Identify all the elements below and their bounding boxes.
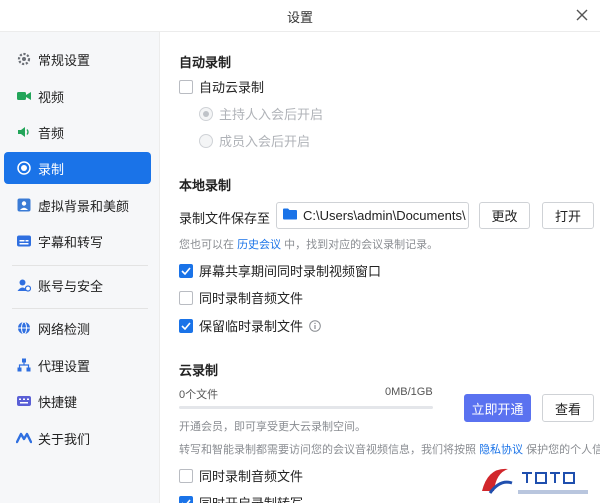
sidebar-item-virtual-background[interactable]: 虚拟背景和美颜 [4, 189, 151, 221]
tencent-meeting-logo-icon [16, 430, 32, 446]
sidebar-item-label: 虚拟背景和美颜 [38, 198, 130, 214]
sidebar-item-video[interactable]: 视频 [4, 80, 151, 112]
sidebar-item-network-check[interactable]: 网络检测 [4, 312, 151, 344]
globe-icon [16, 320, 32, 336]
view-cloud-button[interactable]: 查看 [542, 394, 594, 422]
sidebar-item-audio[interactable]: 音频 [4, 116, 151, 148]
portrait-icon [16, 197, 32, 213]
title-bar: 设置 [0, 0, 600, 32]
speaker-icon [16, 124, 32, 140]
privacy-hint-prefix: 转写和智能录制都需要访问您的会议音视频信息，我们将按照 [179, 444, 480, 456]
sidebar-item-label: 快捷键 [38, 394, 78, 410]
sidebar-item-label: 视频 [38, 89, 65, 105]
sidebar-item-shortcuts[interactable]: 快捷键 [4, 385, 151, 417]
keyboard-icon [16, 393, 32, 409]
activate-now-button[interactable]: 立即开通 [464, 394, 531, 422]
record-screen-share-checkbox[interactable] [179, 263, 193, 278]
auto-cloud-record-option[interactable]: 自动云录制 [179, 77, 264, 96]
cloud-record-audio-checkbox[interactable] [179, 468, 193, 483]
sidebar-item-label: 音频 [38, 125, 65, 141]
save-location-label: 录制文件保存至 [179, 211, 271, 226]
settings-sidebar: 常规设置 视频 音频 录制 虚拟背景和美颜 字幕和转写 账号与安全 网络检测 代… [0, 32, 160, 503]
record-screen-share-label: 屏幕共享期间同时录制视频窗口 [199, 264, 382, 279]
sidebar-item-label: 字幕和转写 [38, 234, 104, 250]
info-icon[interactable] [309, 319, 321, 332]
cloud-record-audio-option[interactable]: 同时录制音频文件 [179, 466, 303, 485]
keep-temp-files-option[interactable]: 保留临时录制文件 [179, 316, 321, 335]
sidebar-item-about[interactable]: 关于我们 [4, 422, 151, 454]
change-path-button[interactable]: 更改 [479, 202, 530, 229]
sidebar-item-account-security[interactable]: 账号与安全 [4, 269, 151, 301]
cloud-usage-bar [179, 406, 433, 409]
record-screen-share-option[interactable]: 屏幕共享期间同时录制视频窗口 [179, 261, 381, 280]
member-join-radio[interactable] [199, 133, 213, 148]
sidebar-divider [12, 308, 148, 309]
cloud-files-count: 0个文件 [179, 389, 219, 401]
member-join-label: 成员入会后开启 [219, 134, 311, 149]
save-location-label-row: 录制文件保存至 [179, 208, 270, 227]
member-join-radio-option[interactable]: 成员入会后开启 [199, 131, 310, 150]
cloud-record-title: 云录制 [179, 363, 219, 378]
record-icon [16, 160, 32, 176]
cloud-transcription-label: 同时开启录制转写 [199, 493, 303, 503]
sidebar-item-label: 录制 [38, 161, 65, 177]
open-folder-button[interactable]: 打开 [542, 202, 594, 229]
subtitle-icon [16, 233, 32, 249]
sidebar-divider [12, 265, 148, 266]
local-record-audio-checkbox[interactable] [179, 290, 193, 305]
keep-temp-files-label: 保留临时录制文件 [199, 319, 304, 334]
recording-settings-panel: 自动录制 自动云录制 主持人入会后开启 成员入会后开启 本地录制 录制文件保存至… [161, 32, 600, 503]
folder-icon [283, 208, 297, 223]
sidebar-item-recording[interactable]: 录制 [4, 152, 151, 184]
local-record-audio-option[interactable]: 同时录制音频文件 [179, 288, 303, 307]
sidebar-item-label: 关于我们 [38, 431, 91, 447]
sidebar-item-label: 常规设置 [38, 52, 91, 68]
close-icon[interactable] [572, 5, 592, 25]
member-hint: 开通会员，即可享受更大云录制空间。 [179, 421, 366, 433]
privacy-hint-suffix: 保护您的个人信息。 [526, 444, 600, 456]
auto-cloud-record-label: 自动云录制 [199, 80, 265, 95]
local-record-title: 本地录制 [179, 178, 232, 193]
video-icon [16, 88, 32, 104]
cloud-transcription-checkbox[interactable] [179, 495, 193, 503]
save-path-value: C:\Users\admin\Documents\ [303, 208, 466, 223]
sidebar-item-label: 账号与安全 [38, 278, 104, 294]
save-path-field[interactable]: C:\Users\admin\Documents\ [276, 202, 469, 229]
sidebar-item-label: 网络检测 [38, 321, 91, 337]
history-hint: 您也可以在 历史会议 中，找到对应的会议录制记录。 [179, 236, 438, 252]
sidebar-item-label: 代理设置 [38, 358, 91, 374]
privacy-policy-link[interactable]: 隐私协议 [479, 444, 523, 456]
local-record-audio-label: 同时录制音频文件 [199, 291, 304, 306]
host-join-radio[interactable] [199, 106, 213, 121]
auto-cloud-record-checkbox[interactable] [179, 79, 193, 94]
cloud-usage: 0MB/1GB [385, 386, 433, 398]
sidebar-item-general[interactable]: 常规设置 [4, 43, 151, 75]
host-join-radio-option[interactable]: 主持人入会后开启 [199, 104, 323, 123]
sidebar-item-subtitles[interactable]: 字幕和转写 [4, 225, 151, 257]
history-hint-suffix: 中，找到对应的会议录制记录。 [281, 239, 439, 251]
privacy-hint: 转写和智能录制都需要访问您的会议音视频信息，我们将按照 隐私协议 保护您的个人信… [179, 441, 600, 457]
cloud-record-audio-label: 同时录制音频文件 [199, 469, 304, 484]
cloud-usage-row: 0MB/1GB [385, 386, 433, 398]
sidebar-item-proxy[interactable]: 代理设置 [4, 349, 151, 381]
gear-icon [16, 51, 32, 67]
cloud-files-count-row: 0个文件 [179, 386, 218, 402]
host-join-label: 主持人入会后开启 [219, 107, 324, 122]
keep-temp-files-checkbox[interactable] [179, 318, 193, 333]
network-tree-icon [16, 357, 32, 373]
account-security-icon [16, 277, 32, 293]
cloud-transcription-option[interactable]: 同时开启录制转写 [179, 493, 303, 503]
history-hint-prefix: 您也可以在 [179, 239, 238, 251]
auto-record-title: 自动录制 [179, 55, 232, 70]
history-meeting-link[interactable]: 历史会议 [237, 239, 281, 251]
window-title: 设置 [286, 10, 313, 25]
